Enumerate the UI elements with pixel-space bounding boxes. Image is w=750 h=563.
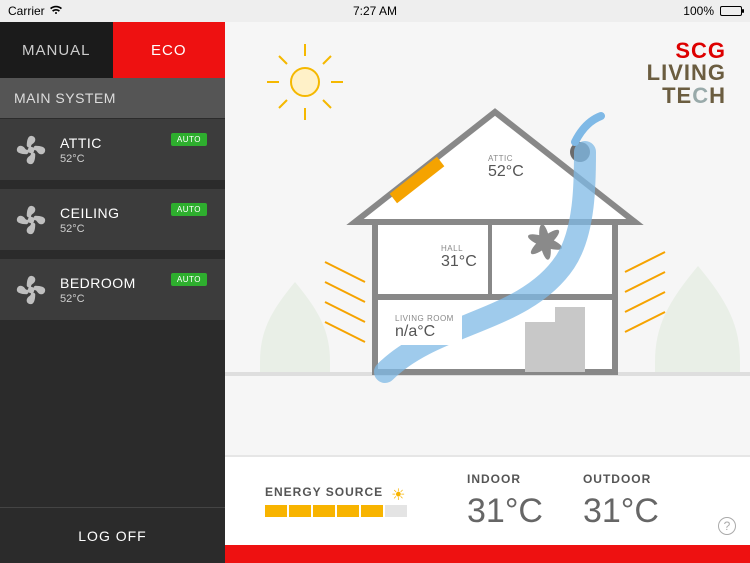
house-illustration xyxy=(225,22,750,452)
sidebar-item-label: ATTIC xyxy=(60,135,102,151)
indoor-label: INDOOR xyxy=(467,472,543,486)
sidebar-item-label: CEILING xyxy=(60,205,120,221)
energy-segment xyxy=(313,505,335,517)
outdoor-label: OUTDOOR xyxy=(583,472,659,486)
indoor-value: 31°C xyxy=(467,492,543,531)
tab-manual[interactable]: MANUAL xyxy=(0,22,113,78)
auto-badge: AUTO xyxy=(171,273,207,286)
sun-icon: ☀ xyxy=(391,485,405,505)
sidebar-item-temp: 52°C xyxy=(60,293,136,305)
sidebar-item-label: BEDROOM xyxy=(60,275,136,291)
energy-segment xyxy=(289,505,311,517)
help-button[interactable]: ? xyxy=(718,517,736,535)
fan-icon xyxy=(12,271,50,309)
help-icon: ? xyxy=(724,519,731,533)
auto-badge: AUTO xyxy=(171,133,207,146)
battery-percent: 100% xyxy=(683,4,714,18)
sidebar-item-temp: 52°C xyxy=(60,223,120,235)
energy-segment xyxy=(337,505,359,517)
energy-segment xyxy=(361,505,383,517)
sidebar-item-attic[interactable]: ATTIC 52°C AUTO xyxy=(0,118,225,180)
main-area: SCG LIVING TECH xyxy=(225,22,750,563)
sidebar: MANUAL ECO MAIN SYSTEM ATTIC 52°C AUTO C… xyxy=(0,22,225,563)
energy-segment xyxy=(265,505,287,517)
device-status-bar: Carrier 7:27 AM 100% xyxy=(0,0,750,22)
tab-eco[interactable]: ECO xyxy=(113,22,226,78)
wifi-icon xyxy=(49,4,63,18)
auto-badge: AUTO xyxy=(171,203,207,216)
sidebar-item-bedroom[interactable]: BEDROOM 52°C AUTO xyxy=(0,258,225,320)
fan-icon xyxy=(12,201,50,239)
carrier-label: Carrier xyxy=(8,4,45,18)
sidebar-item-temp: 52°C xyxy=(60,153,102,165)
battery-icon xyxy=(720,6,742,16)
sidebar-section-header: MAIN SYSTEM xyxy=(0,78,225,118)
outdoor-value: 31°C xyxy=(583,492,659,531)
house-diagram: SCG LIVING TECH xyxy=(225,22,750,455)
stats-bar: ENERGY SOURCE ☀ INDOOR 31°C OUTDOOR 31°C… xyxy=(225,455,750,545)
status-time: 7:27 AM xyxy=(353,4,397,18)
log-off-button[interactable]: LOG OFF xyxy=(0,507,225,563)
energy-source-meter xyxy=(265,505,407,517)
energy-segment xyxy=(385,505,407,517)
sidebar-item-ceiling[interactable]: CEILING 52°C AUTO xyxy=(0,188,225,250)
fan-icon xyxy=(12,131,50,169)
footer-accent-bar xyxy=(225,545,750,563)
energy-source-label: ENERGY SOURCE xyxy=(265,485,383,499)
